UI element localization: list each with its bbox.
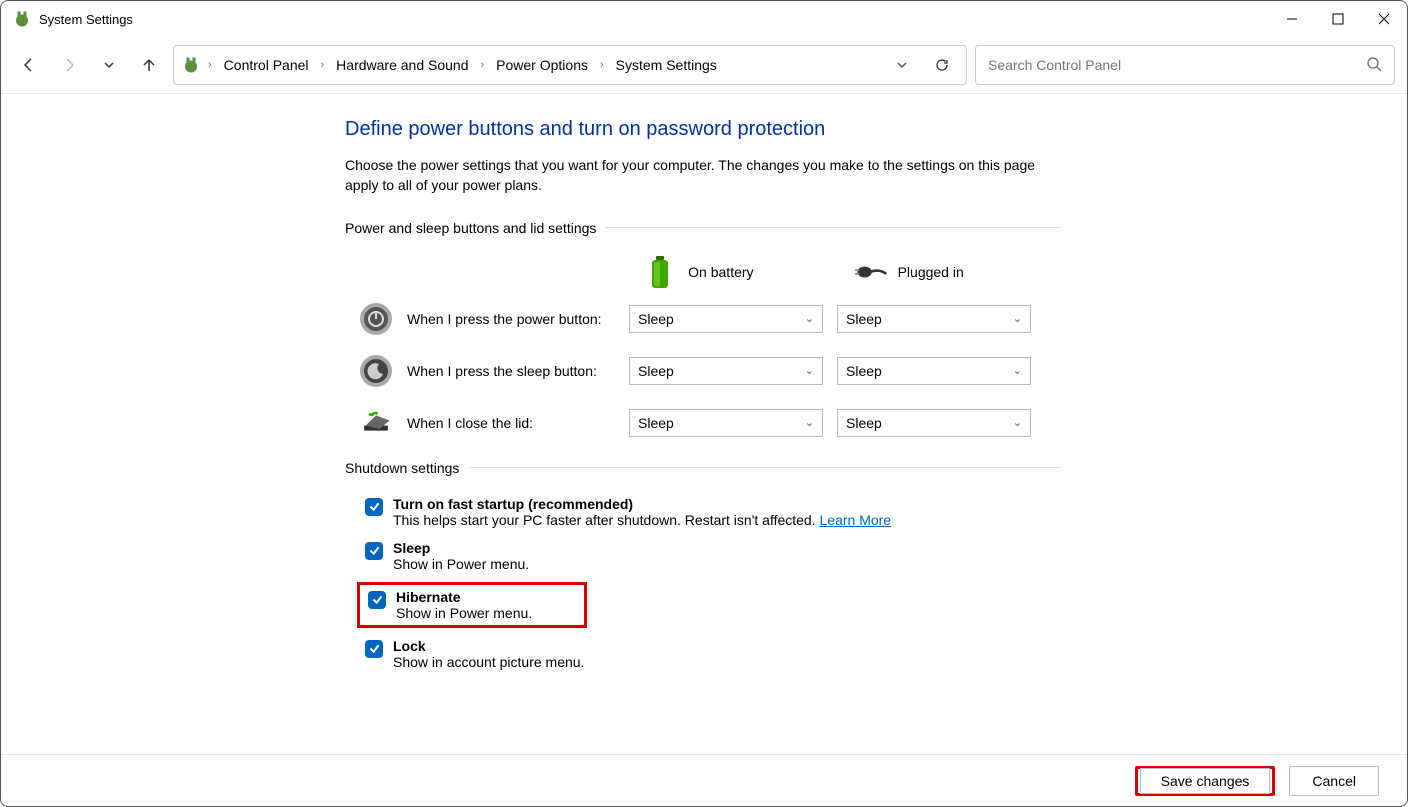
lock-item: Lock Show in account picture menu. [363, 636, 1061, 672]
window-controls [1269, 3, 1407, 35]
lock-checkbox[interactable] [365, 640, 383, 658]
chevron-down-icon: ⌄ [1013, 416, 1022, 429]
sleep-item: Sleep Show in Power menu. [363, 538, 1061, 574]
up-button[interactable] [133, 49, 165, 81]
main-content: Define power buttons and turn on passwor… [1, 94, 1061, 672]
minimize-button[interactable] [1269, 3, 1315, 35]
cancel-button[interactable]: Cancel [1289, 766, 1379, 796]
save-changes-button[interactable]: Save changes [1135, 766, 1276, 796]
fast-startup-checkbox[interactable] [365, 498, 383, 516]
item-desc: Show in account picture menu. [393, 654, 584, 670]
row-power-button: When I press the power button: Sleep⌄ Sl… [345, 302, 1061, 336]
chevron-down-icon: ⌄ [805, 364, 814, 377]
address-dropdown-button[interactable] [886, 49, 918, 81]
row-label: When I press the power button: [407, 311, 629, 327]
item-title: Hibernate [396, 589, 532, 605]
item-desc: This helps start your PC faster after sh… [393, 512, 891, 528]
back-button[interactable] [13, 49, 45, 81]
chevron-down-icon: ⌄ [1013, 364, 1022, 377]
power-column-headers: On battery Plugged in [345, 254, 1061, 290]
plug-icon [852, 254, 888, 290]
close-lid-battery-dropdown[interactable]: Sleep⌄ [629, 409, 823, 437]
titlebar: System Settings [1, 1, 1407, 37]
item-desc: Show in Power menu. [396, 605, 532, 621]
close-lid-plugged-dropdown[interactable]: Sleep⌄ [837, 409, 1031, 437]
address-bar[interactable]: › Control Panel › Hardware and Sound › P… [173, 45, 967, 85]
row-label: When I press the sleep button: [407, 363, 629, 379]
divider [469, 467, 1061, 468]
plugged-in-label: Plugged in [898, 264, 964, 280]
recent-locations-button[interactable] [93, 49, 125, 81]
learn-more-link[interactable]: Learn More [820, 512, 892, 528]
footer-bar: Save changes Cancel [1, 754, 1407, 806]
power-button-icon [359, 302, 393, 336]
shutdown-settings: Shutdown settings Turn on fast startup (… [345, 460, 1061, 672]
close-button[interactable] [1361, 3, 1407, 35]
on-battery-label: On battery [688, 264, 753, 280]
section-title: Shutdown settings [345, 460, 459, 476]
sleep-button-icon [359, 354, 393, 388]
power-button-plugged-dropdown[interactable]: Sleep⌄ [837, 305, 1031, 333]
chevron-down-icon: ⌄ [1013, 312, 1022, 325]
chevron-right-icon[interactable]: › [600, 59, 604, 71]
refresh-button[interactable] [926, 49, 958, 81]
window-title: System Settings [39, 12, 133, 27]
breadcrumb-system-settings[interactable]: System Settings [612, 55, 721, 75]
chevron-down-icon: ⌄ [805, 312, 814, 325]
section-title: Power and sleep buttons and lid settings [345, 220, 596, 236]
row-close-lid: When I close the lid: Sleep⌄ Sleep⌄ [345, 406, 1061, 440]
hibernate-item: Hibernate Show in Power menu. [357, 582, 587, 628]
search-icon [1366, 56, 1382, 75]
section-power-buttons-header: Power and sleep buttons and lid settings [345, 220, 1061, 236]
item-title: Sleep [393, 540, 529, 556]
row-label: When I close the lid: [407, 415, 629, 431]
chevron-right-icon[interactable]: › [480, 59, 484, 71]
power-options-icon [182, 56, 200, 74]
forward-button[interactable] [53, 49, 85, 81]
section-shutdown-header: Shutdown settings [345, 460, 1061, 476]
item-title: Turn on fast startup (recommended) [393, 496, 891, 512]
battery-icon [642, 254, 678, 290]
sleep-button-plugged-dropdown[interactable]: Sleep⌄ [837, 357, 1031, 385]
power-button-battery-dropdown[interactable]: Sleep⌄ [629, 305, 823, 333]
breadcrumb-hardware-sound[interactable]: Hardware and Sound [332, 55, 472, 75]
maximize-button[interactable] [1315, 3, 1361, 35]
search-input[interactable] [988, 57, 1366, 73]
laptop-lid-icon [359, 406, 393, 440]
fast-startup-item: Turn on fast startup (recommended) This … [363, 494, 1061, 530]
sleep-checkbox[interactable] [365, 542, 383, 560]
power-options-icon [13, 10, 31, 28]
hibernate-checkbox[interactable] [368, 591, 386, 609]
chevron-right-icon[interactable]: › [208, 59, 212, 71]
item-title: Lock [393, 638, 584, 654]
page-intro: Choose the power settings that you want … [345, 155, 1045, 196]
divider [606, 227, 1061, 228]
item-desc: Show in Power menu. [393, 556, 529, 572]
breadcrumb-power-options[interactable]: Power Options [492, 55, 592, 75]
search-box[interactable] [975, 45, 1395, 85]
sleep-button-battery-dropdown[interactable]: Sleep⌄ [629, 357, 823, 385]
chevron-down-icon: ⌄ [805, 416, 814, 429]
row-sleep-button: When I press the sleep button: Sleep⌄ Sl… [345, 354, 1061, 388]
page-heading: Define power buttons and turn on passwor… [345, 118, 1061, 141]
chevron-right-icon[interactable]: › [321, 59, 325, 71]
navigation-bar: › Control Panel › Hardware and Sound › P… [1, 37, 1407, 94]
breadcrumb-control-panel[interactable]: Control Panel [220, 55, 313, 75]
